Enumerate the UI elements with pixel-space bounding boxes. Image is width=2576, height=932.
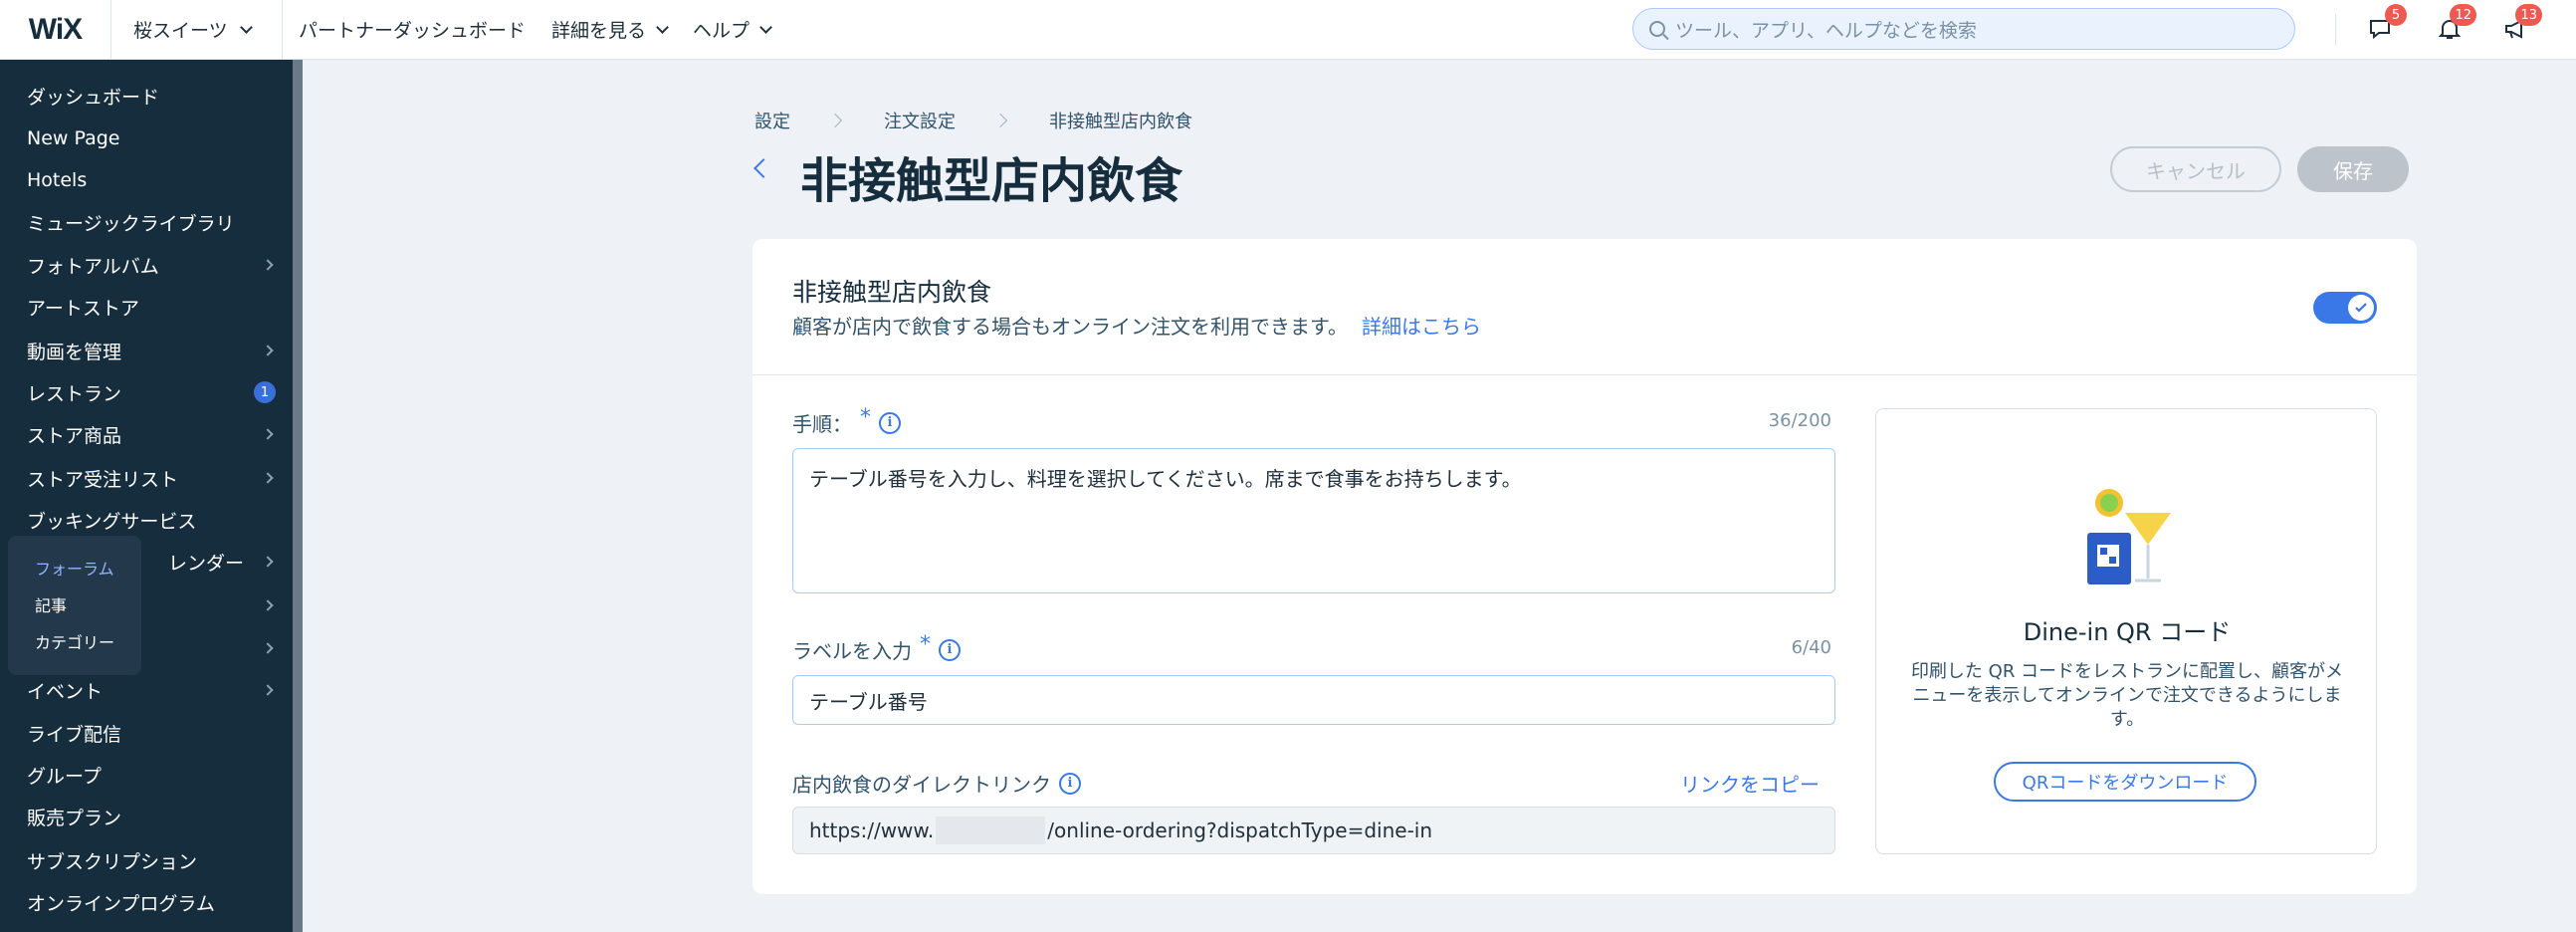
chevron-right-icon [262, 684, 274, 696]
wix-logo[interactable]: WiX [0, 0, 111, 60]
sidebar-item-subscriptions[interactable]: サブスクリプション [27, 845, 276, 875]
toggle-knob [2348, 295, 2374, 321]
flyout-item-forum[interactable]: フォーラム [35, 556, 114, 580]
breadcrumb-order-settings[interactable]: 注文設定 [884, 108, 956, 133]
sidebar-item-music-library[interactable]: ミュージックライブラリ [27, 207, 276, 237]
site-name: 桜スイーツ [133, 20, 228, 42]
required-asterisk: * [920, 632, 931, 657]
chat-button[interactable]: 5 [2365, 4, 2407, 44]
sidebar-item-new-page[interactable]: New Page [27, 123, 276, 153]
chevron-right-icon [262, 345, 274, 356]
topbar-divider [2335, 14, 2336, 46]
top-nav: パートナーダッシュボード 詳細を見る ヘルプ [299, 16, 772, 43]
instructions-counter: 36/200 [1768, 410, 1831, 431]
sidebar-flyout-menu: フォーラム 記事 カテゴリー [8, 536, 141, 675]
page-title: 非接触型店内飲食 [800, 153, 1183, 209]
chevron-right-icon [262, 472, 274, 484]
section-subtitle: 顧客が店内で飲食する場合もオンライン注文を利用できます。 詳細はこちら [792, 311, 1481, 340]
chevron-right-icon [262, 428, 274, 440]
required-asterisk: * [860, 405, 871, 430]
qr-code-card: Dine-in QR コード 印刷した QR コードをレストランに配置し、顧客が… [1875, 408, 2377, 854]
nav-partner-dashboard[interactable]: パートナーダッシュボード [299, 16, 526, 43]
direct-link-label: 店内飲食のダイレクトリンク i [792, 769, 1081, 798]
redacted-domain [936, 816, 1046, 844]
chevron-down-icon [239, 20, 253, 34]
section-title: 非接触型店内飲食 [792, 278, 992, 307]
copy-link-button[interactable]: リンクをコピー [1680, 769, 1820, 798]
chevron-right-icon [262, 556, 274, 568]
breadcrumb-settings[interactable]: 設定 [754, 108, 790, 133]
cocktail-qr-illustration-icon [2087, 489, 2171, 584]
sidebar-item-live-stream[interactable]: ライブ配信 [27, 718, 276, 748]
input-label-counter: 6/40 [1791, 637, 1831, 658]
chevron-down-icon [759, 20, 772, 34]
sidebar-item-booking-services[interactable]: ブッキングサービス [27, 505, 276, 535]
sidebar-item-restaurants[interactable]: レストラン 1 [27, 377, 276, 407]
info-icon[interactable]: i [1059, 772, 1081, 795]
section-description: 顧客が店内で飲食する場合もオンライン注文を利用できます。 [792, 315, 1348, 339]
save-button[interactable]: 保存 [2297, 146, 2409, 192]
search-input[interactable]: ツール、アプリ、ヘルプなどを検索 [1632, 8, 2295, 50]
table-label-input[interactable]: テーブル番号 [792, 675, 1835, 725]
breadcrumb: 設定 注文設定 非接触型店内飲食 [754, 108, 1192, 133]
notifications-badge: 12 [2450, 4, 2476, 26]
direct-link-field[interactable]: https://www. /online-ordering?dispatchTy… [792, 807, 1835, 854]
announcements-badge: 13 [2515, 4, 2542, 26]
sidebar-item-store-products[interactable]: ストア商品 [27, 419, 276, 449]
chevron-right-icon [262, 599, 274, 611]
instructions-label: 手順： * i [792, 405, 901, 437]
sidebar-item-store-orders[interactable]: ストア受注リスト [27, 463, 276, 493]
chevron-down-icon [656, 20, 669, 34]
input-label-label: ラベルを入力 * i [792, 632, 961, 664]
info-icon[interactable]: i [939, 638, 961, 661]
notifications-button[interactable]: 12 [2435, 4, 2476, 44]
sidebar-item-art-store[interactable]: アートストア [27, 292, 276, 322]
chevron-right-icon [262, 642, 274, 654]
info-icon[interactable]: i [879, 411, 901, 434]
instructions-textarea[interactable]: テーブル番号を入力し、料理を選択してください。席まで食事をお持ちします。 [792, 448, 1835, 593]
breadcrumb-current: 非接触型店内飲食 [1049, 112, 1192, 132]
sidebar-item-hotels[interactable]: Hotels [27, 165, 276, 195]
chevron-right-icon [262, 259, 274, 271]
sidebar-item-pricing-plans[interactable]: 販売プラン [27, 802, 276, 831]
restaurants-badge: 1 [254, 381, 276, 403]
learn-more-link[interactable]: 詳細はこちら [1362, 311, 1481, 340]
qr-title: Dine-in QR コード [2023, 618, 2232, 646]
flyout-item-posts[interactable]: 記事 [35, 592, 67, 616]
nav-learn-more[interactable]: 詳細を見る [551, 16, 669, 43]
dine-in-toggle[interactable] [2313, 292, 2377, 324]
sidebar-item-online-programs[interactable]: オンラインプログラム [27, 887, 276, 917]
download-qr-button[interactable]: QRコードをダウンロード [1994, 762, 2256, 802]
sidebar-item-groups[interactable]: グループ [27, 760, 276, 790]
sidebar-item-photo-albums[interactable]: フォトアルバム [27, 250, 276, 280]
checkmark-icon [2355, 303, 2367, 313]
back-arrow-icon[interactable] [753, 158, 773, 178]
sidebar-scrollbar[interactable] [293, 60, 303, 932]
chat-badge: 5 [2385, 4, 2407, 26]
flyout-item-categories[interactable]: カテゴリー [35, 629, 114, 653]
sidebar-item-video[interactable]: 動画を管理 [27, 336, 276, 365]
sidebar-item-events[interactable]: イベント [27, 675, 276, 705]
search-icon [1649, 21, 1665, 37]
qr-description: 印刷した QR コードをレストランに配置し、顧客がメニューを表示してオンラインで… [1910, 661, 2344, 730]
cancel-button[interactable]: キャンセル [2110, 146, 2281, 192]
card-divider [752, 374, 2417, 375]
nav-help[interactable]: ヘルプ [693, 16, 772, 43]
announcements-button[interactable]: 13 [2500, 4, 2542, 44]
chevron-right-icon [992, 113, 1008, 128]
search-placeholder: ツール、アプリ、ヘルプなどを検索 [1675, 19, 1977, 42]
chevron-right-icon [827, 113, 843, 128]
site-switcher[interactable]: 桜スイーツ [111, 0, 283, 60]
sidebar-item-dashboard[interactable]: ダッシュボード [27, 81, 276, 111]
